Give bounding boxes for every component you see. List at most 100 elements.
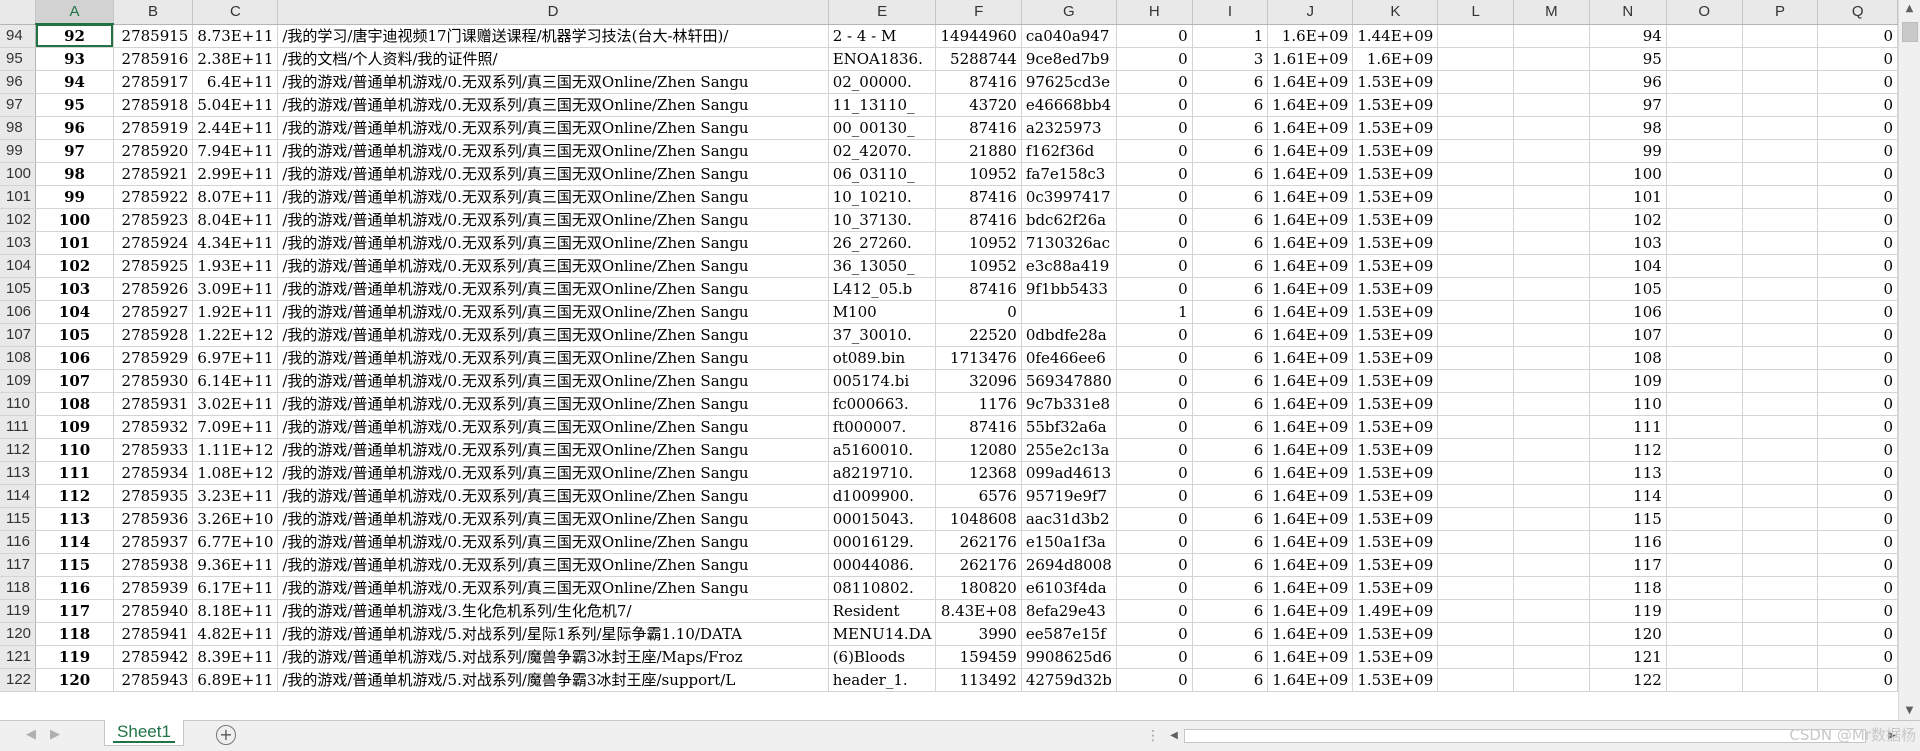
cell-j[interactable]: 1.64E+09 xyxy=(1267,668,1354,692)
row-header[interactable]: 117 xyxy=(0,553,37,577)
row-header[interactable]: 116 xyxy=(0,530,37,554)
cell-i[interactable]: 6 xyxy=(1192,208,1269,232)
cell-a[interactable]: 120 xyxy=(35,668,114,692)
cell-d[interactable]: /我的文档/个人资料/我的证件照/ xyxy=(277,47,829,71)
cell-c[interactable]: 2.99E+11 xyxy=(192,162,279,186)
cell-b[interactable]: 2785937 xyxy=(113,530,194,554)
cell-h[interactable]: 0 xyxy=(1116,530,1193,554)
cell-m[interactable] xyxy=(1513,622,1590,646)
cell-p[interactable] xyxy=(1742,507,1819,531)
cell-i[interactable]: 6 xyxy=(1192,323,1269,347)
cell-o[interactable] xyxy=(1666,277,1743,301)
cell-e[interactable]: (6)Bloods xyxy=(828,645,937,669)
cell-m[interactable] xyxy=(1513,346,1590,370)
cell-k[interactable]: 1.53E+09 xyxy=(1352,139,1439,163)
cell-j[interactable]: 1.64E+09 xyxy=(1267,231,1354,255)
cell-o[interactable] xyxy=(1666,530,1743,554)
cell-g[interactable]: 569347880 xyxy=(1021,369,1117,393)
cell-a[interactable]: 99 xyxy=(35,185,114,209)
cell-p[interactable] xyxy=(1742,116,1819,140)
cell-h[interactable]: 0 xyxy=(1116,599,1193,623)
cell-n[interactable]: 104 xyxy=(1589,254,1667,278)
cell-m[interactable] xyxy=(1513,93,1590,117)
cell-p[interactable] xyxy=(1742,599,1819,623)
cell-d[interactable]: /我的学习/唐宇迪视频17门课赠送课程/机器学习技法(台大-林轩田)/ xyxy=(277,24,829,48)
cell-k[interactable]: 1.53E+09 xyxy=(1352,668,1439,692)
cell-n[interactable]: 107 xyxy=(1589,323,1667,347)
cell-h[interactable]: 0 xyxy=(1116,162,1193,186)
row-header[interactable]: 96 xyxy=(0,70,37,94)
cell-f[interactable]: 22520 xyxy=(935,323,1022,347)
cell-e[interactable]: d1009900. xyxy=(828,484,937,508)
cell-m[interactable] xyxy=(1513,254,1590,278)
cell-a[interactable]: 93 xyxy=(35,47,114,71)
cell-l[interactable] xyxy=(1437,346,1514,370)
cell-e[interactable]: ft000007. xyxy=(828,415,937,439)
cell-m[interactable] xyxy=(1513,438,1590,462)
cell-b[interactable]: 2785935 xyxy=(113,484,194,508)
cell-j[interactable]: 1.64E+09 xyxy=(1267,346,1354,370)
cell-k[interactable]: 1.53E+09 xyxy=(1352,369,1439,393)
cell-i[interactable]: 6 xyxy=(1192,461,1269,485)
column-header-n[interactable]: N xyxy=(1589,0,1667,25)
cell-e[interactable]: 11_13110_ xyxy=(828,93,937,117)
cell-i[interactable]: 6 xyxy=(1192,622,1269,646)
cell-k[interactable]: 1.53E+09 xyxy=(1352,208,1439,232)
cell-i[interactable]: 6 xyxy=(1192,93,1269,117)
cell-j[interactable]: 1.64E+09 xyxy=(1267,93,1354,117)
cell-h[interactable]: 0 xyxy=(1116,24,1193,48)
row-header[interactable]: 121 xyxy=(0,645,37,669)
column-header-d[interactable]: D xyxy=(277,0,829,25)
cell-o[interactable] xyxy=(1666,507,1743,531)
cell-q[interactable]: 0 xyxy=(1817,231,1898,255)
cell-i[interactable]: 6 xyxy=(1192,139,1269,163)
cell-p[interactable] xyxy=(1742,438,1819,462)
horizontal-scroll-thumb[interactable] xyxy=(1184,729,1866,743)
cell-n[interactable]: 120 xyxy=(1589,622,1667,646)
cell-f[interactable]: 87416 xyxy=(935,116,1022,140)
cell-l[interactable] xyxy=(1437,93,1514,117)
cell-k[interactable]: 1.53E+09 xyxy=(1352,254,1439,278)
cell-k[interactable]: 1.44E+09 xyxy=(1352,24,1439,48)
column-header-p[interactable]: P xyxy=(1742,0,1819,25)
cell-l[interactable] xyxy=(1437,231,1514,255)
cell-d[interactable]: /我的游戏/普通单机游戏/0.无双系列/真三国无双Online/Zhen San… xyxy=(277,116,829,140)
cell-b[interactable]: 2785933 xyxy=(113,438,194,462)
cell-g[interactable]: 9908625d6 xyxy=(1021,645,1117,669)
cell-q[interactable]: 0 xyxy=(1817,530,1898,554)
cell-p[interactable] xyxy=(1742,346,1819,370)
cell-i[interactable]: 6 xyxy=(1192,484,1269,508)
cell-d[interactable]: /我的游戏/普通单机游戏/0.无双系列/真三国无双Online/Zhen San… xyxy=(277,392,829,416)
cell-h[interactable]: 0 xyxy=(1116,484,1193,508)
cell-p[interactable] xyxy=(1742,185,1819,209)
cell-n[interactable]: 111 xyxy=(1589,415,1667,439)
cell-g[interactable]: e6103f4da xyxy=(1021,576,1117,600)
cell-j[interactable]: 1.64E+09 xyxy=(1267,599,1354,623)
column-header-e[interactable]: E xyxy=(828,0,937,25)
cell-g[interactable]: 55bf32a6a xyxy=(1021,415,1117,439)
cell-f[interactable]: 159459 xyxy=(935,645,1022,669)
cell-f[interactable]: 87416 xyxy=(935,208,1022,232)
cell-f[interactable]: 12080 xyxy=(935,438,1022,462)
cell-e[interactable]: 005174.bi xyxy=(828,369,937,393)
cell-m[interactable] xyxy=(1513,599,1590,623)
cell-f[interactable]: 0 xyxy=(935,300,1022,324)
cell-o[interactable] xyxy=(1666,461,1743,485)
row-header[interactable]: 106 xyxy=(0,300,37,324)
cell-l[interactable] xyxy=(1437,576,1514,600)
cell-m[interactable] xyxy=(1513,461,1590,485)
row-header[interactable]: 122 xyxy=(0,668,37,692)
cell-h[interactable]: 0 xyxy=(1116,70,1193,94)
cell-a[interactable]: 110 xyxy=(35,438,114,462)
cell-f[interactable]: 262176 xyxy=(935,530,1022,554)
cell-p[interactable] xyxy=(1742,530,1819,554)
cell-n[interactable]: 98 xyxy=(1589,116,1667,140)
row-header[interactable]: 119 xyxy=(0,599,37,623)
cell-k[interactable]: 1.53E+09 xyxy=(1352,645,1439,669)
cell-a[interactable]: 107 xyxy=(35,369,114,393)
scroll-up-icon[interactable]: ▲ xyxy=(1899,0,1920,18)
cell-g[interactable]: 7130326ac xyxy=(1021,231,1117,255)
cell-n[interactable]: 102 xyxy=(1589,208,1667,232)
row-header[interactable]: 105 xyxy=(0,277,37,301)
cell-e[interactable]: MENU14.DA xyxy=(828,622,937,646)
